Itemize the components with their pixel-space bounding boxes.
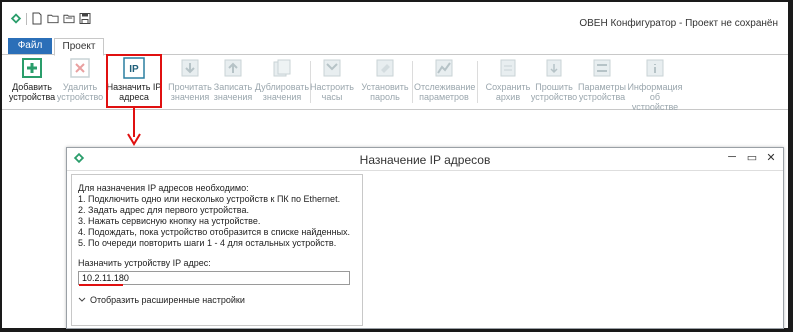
set-password-label: Установить пароль (361, 82, 409, 102)
ribbon-tabs: Файл Проект (2, 38, 788, 56)
instruction-line: 5. По очереди повторить шаги 1 - 4 для о… (78, 238, 337, 248)
open-recent-icon[interactable] (63, 12, 75, 25)
quick-access-toolbar (10, 12, 91, 25)
ip-underline-annotation (79, 284, 123, 286)
set-clock-label: Настроить часы (310, 82, 354, 102)
dialog-title: Назначение IP адресов (359, 153, 491, 167)
instruction-line: Для назначения IP адресов необходимо: (78, 183, 249, 193)
password-icon (376, 59, 394, 77)
archive-icon (500, 59, 516, 77)
ip-address-input[interactable] (78, 271, 350, 285)
params-icon (593, 59, 611, 77)
set-password-button[interactable]: Установить пароль (355, 57, 415, 107)
title-bar: ОВЕН Конфигуратор - Проект не сохранён (2, 2, 788, 36)
track-params-button[interactable]: Отслеживание параметров (414, 57, 476, 107)
set-clock-button[interactable]: Настроить часы (302, 57, 362, 107)
advanced-settings-label: Отобразить расширенные настройки (90, 295, 245, 305)
chart-icon (435, 59, 453, 77)
close-icon[interactable]: ✕ (764, 151, 778, 164)
advanced-settings-toggle[interactable]: Отобразить расширенные настройки (78, 295, 245, 305)
write-icon (224, 59, 242, 77)
instruction-line: 4. Подождать, пока устройство отобразитс… (78, 227, 351, 237)
add-icon (22, 58, 42, 78)
maximize-icon[interactable]: ▭ (745, 151, 759, 164)
device-info-button[interactable]: Информация об устройстве (622, 57, 688, 112)
save-icon[interactable] (79, 12, 91, 25)
ribbon-separator (412, 61, 413, 103)
ip-field-label: Назначить устройству IP адрес: (78, 258, 211, 268)
clock-icon (323, 59, 341, 77)
tab-project[interactable]: Проект (54, 38, 104, 56)
app-title: ОВЕН Конфигуратор - Проект не сохранён (579, 18, 778, 29)
tab-file[interactable]: Файл (8, 38, 52, 54)
read-icon (181, 59, 199, 77)
minimize-icon[interactable]: ─ (725, 151, 739, 163)
chevron-down-icon (78, 297, 86, 302)
info-icon (646, 59, 664, 77)
ip-assign-dialog: Назначение IP адресов ─ ▭ ✕ Для назначен… (66, 147, 784, 329)
open-folder-icon[interactable] (47, 12, 59, 25)
settings-panel: Для назначения IP адресов необходимо: 1.… (71, 174, 363, 326)
delete-icon (70, 58, 90, 78)
device-info-label: Информация об устройстве (627, 82, 683, 112)
instruction-line: 3. Нажать сервисную кнопку на устройстве… (78, 216, 261, 226)
track-params-label: Отслеживание параметров (414, 82, 476, 102)
duplicate-icon (273, 59, 291, 77)
instruction-line: 2. Задать адрес для первого устройства. (78, 205, 249, 215)
delete-device-label: Удалить устройство (56, 82, 104, 102)
new-file-icon[interactable] (31, 12, 43, 25)
instruction-line: 1. Подключить одно или несколько устройс… (78, 194, 341, 204)
delete-device-button[interactable]: Удалить устройство (50, 57, 110, 107)
instructions: Для назначения IP адресов необходимо: 1.… (78, 183, 350, 249)
firmware-icon (546, 59, 562, 77)
app-logo-icon (10, 13, 22, 24)
dialog-title-bar: Назначение IP адресов ─ ▭ ✕ (67, 148, 783, 171)
highlight-box (106, 54, 162, 108)
